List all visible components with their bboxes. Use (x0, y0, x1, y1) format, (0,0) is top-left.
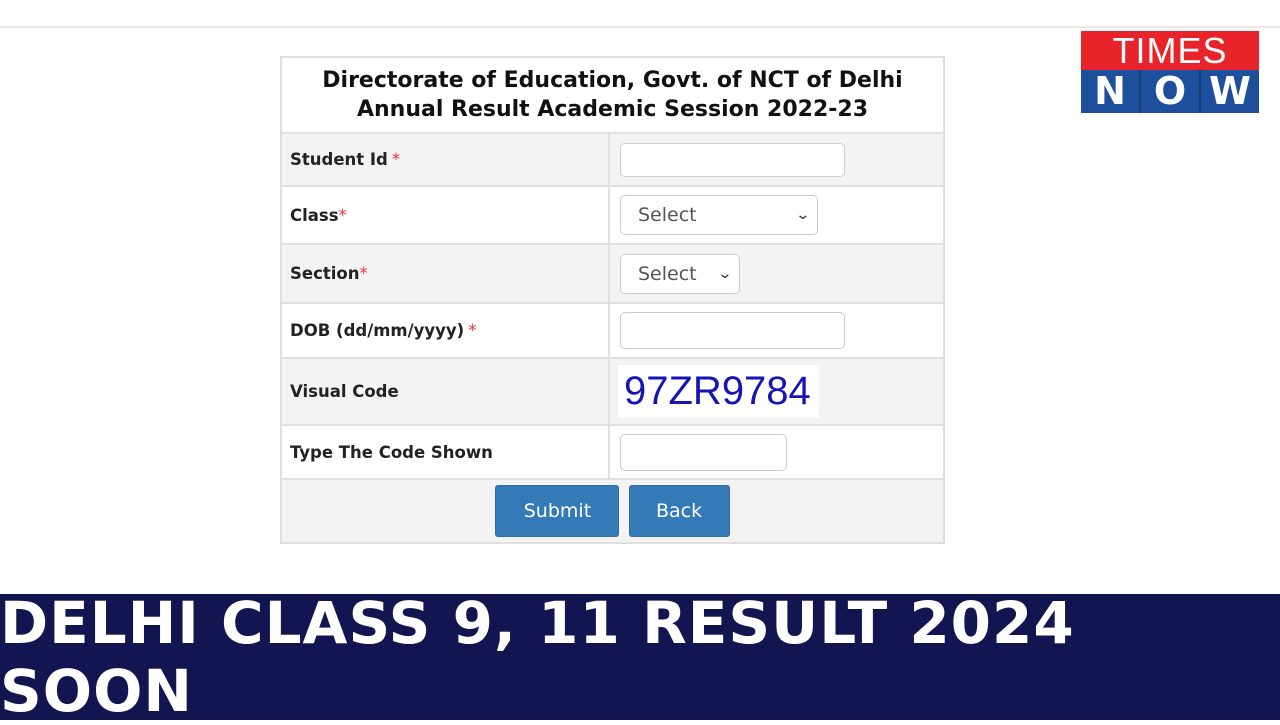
headline-text: DELHI CLASS 9, 11 RESULT 2024 SOON (0, 589, 1075, 725)
visual-code-label: Visual Code (281, 358, 609, 425)
logo-letter: O (1141, 70, 1201, 113)
top-divider (0, 26, 1280, 28)
class-cell: Select ⌄ (609, 186, 944, 244)
code-input-label: Type The Code Shown (281, 425, 609, 479)
result-form: Directorate of Education, Govt. of NCT o… (280, 56, 945, 544)
captcha-input[interactable] (620, 433, 787, 471)
button-cell: Submit Back (281, 479, 944, 543)
required-marker: * (338, 205, 347, 225)
required-marker: * (391, 150, 401, 169)
label-text: Section (290, 264, 360, 283)
visual-code-cell: 97ZR9784 (609, 358, 944, 425)
student-id-cell (609, 133, 944, 186)
times-now-logo: TIMES N O W (1081, 31, 1259, 113)
logo-letter: W (1209, 69, 1251, 113)
dob-row: DOB (dd/mm/yyyy) * (281, 303, 944, 358)
logo-now: N O W (1081, 70, 1259, 113)
captcha-image: 97ZR9784 (618, 365, 819, 418)
visual-code-row: Visual Code 97ZR9784 (281, 358, 944, 425)
chevron-down-icon: ⌄ (795, 207, 811, 223)
button-row: Submit Back (281, 479, 944, 543)
form-header: Directorate of Education, Govt. of NCT o… (281, 57, 944, 133)
section-select-value: Select (638, 262, 697, 285)
chevron-down-icon: ⌄ (717, 265, 733, 282)
code-input-cell (609, 425, 944, 479)
submit-button[interactable]: Submit (495, 485, 620, 537)
back-button[interactable]: Back (628, 485, 730, 537)
section-label: Section* (281, 244, 609, 303)
form-title-line1: Directorate of Education, Govt. of NCT o… (322, 68, 903, 93)
class-select-value: Select (638, 204, 697, 226)
form-title: Directorate of Education, Govt. of NCT o… (281, 57, 944, 133)
section-select[interactable]: Select ⌄ (620, 253, 740, 294)
label-text: DOB (dd/mm/yyyy) (290, 321, 465, 340)
class-select[interactable]: Select ⌄ (620, 195, 818, 235)
label-text: Class (290, 205, 339, 225)
dob-input[interactable] (620, 312, 845, 349)
section-cell: Select ⌄ (609, 244, 944, 303)
form-title-line2: Annual Result Academic Session 2022-23 (356, 97, 869, 122)
class-row: Class* Select ⌄ (281, 186, 944, 244)
headline-banner: DELHI CLASS 9, 11 RESULT 2024 SOON (0, 589, 1280, 725)
section-row: Section* Select ⌄ (281, 244, 944, 303)
student-id-input[interactable] (620, 142, 845, 177)
label-text: Student Id (290, 150, 388, 169)
logo-letter: N (1081, 70, 1141, 113)
class-label: Class* (281, 186, 609, 244)
code-input-row: Type The Code Shown (281, 425, 944, 479)
required-marker: * (468, 321, 477, 340)
dob-label: DOB (dd/mm/yyyy) * (281, 303, 609, 358)
dob-cell (609, 303, 944, 358)
required-marker: * (359, 264, 368, 283)
logo-times: TIMES (1081, 31, 1259, 70)
student-id-label: Student Id * (281, 133, 609, 186)
student-id-row: Student Id * (281, 133, 944, 186)
